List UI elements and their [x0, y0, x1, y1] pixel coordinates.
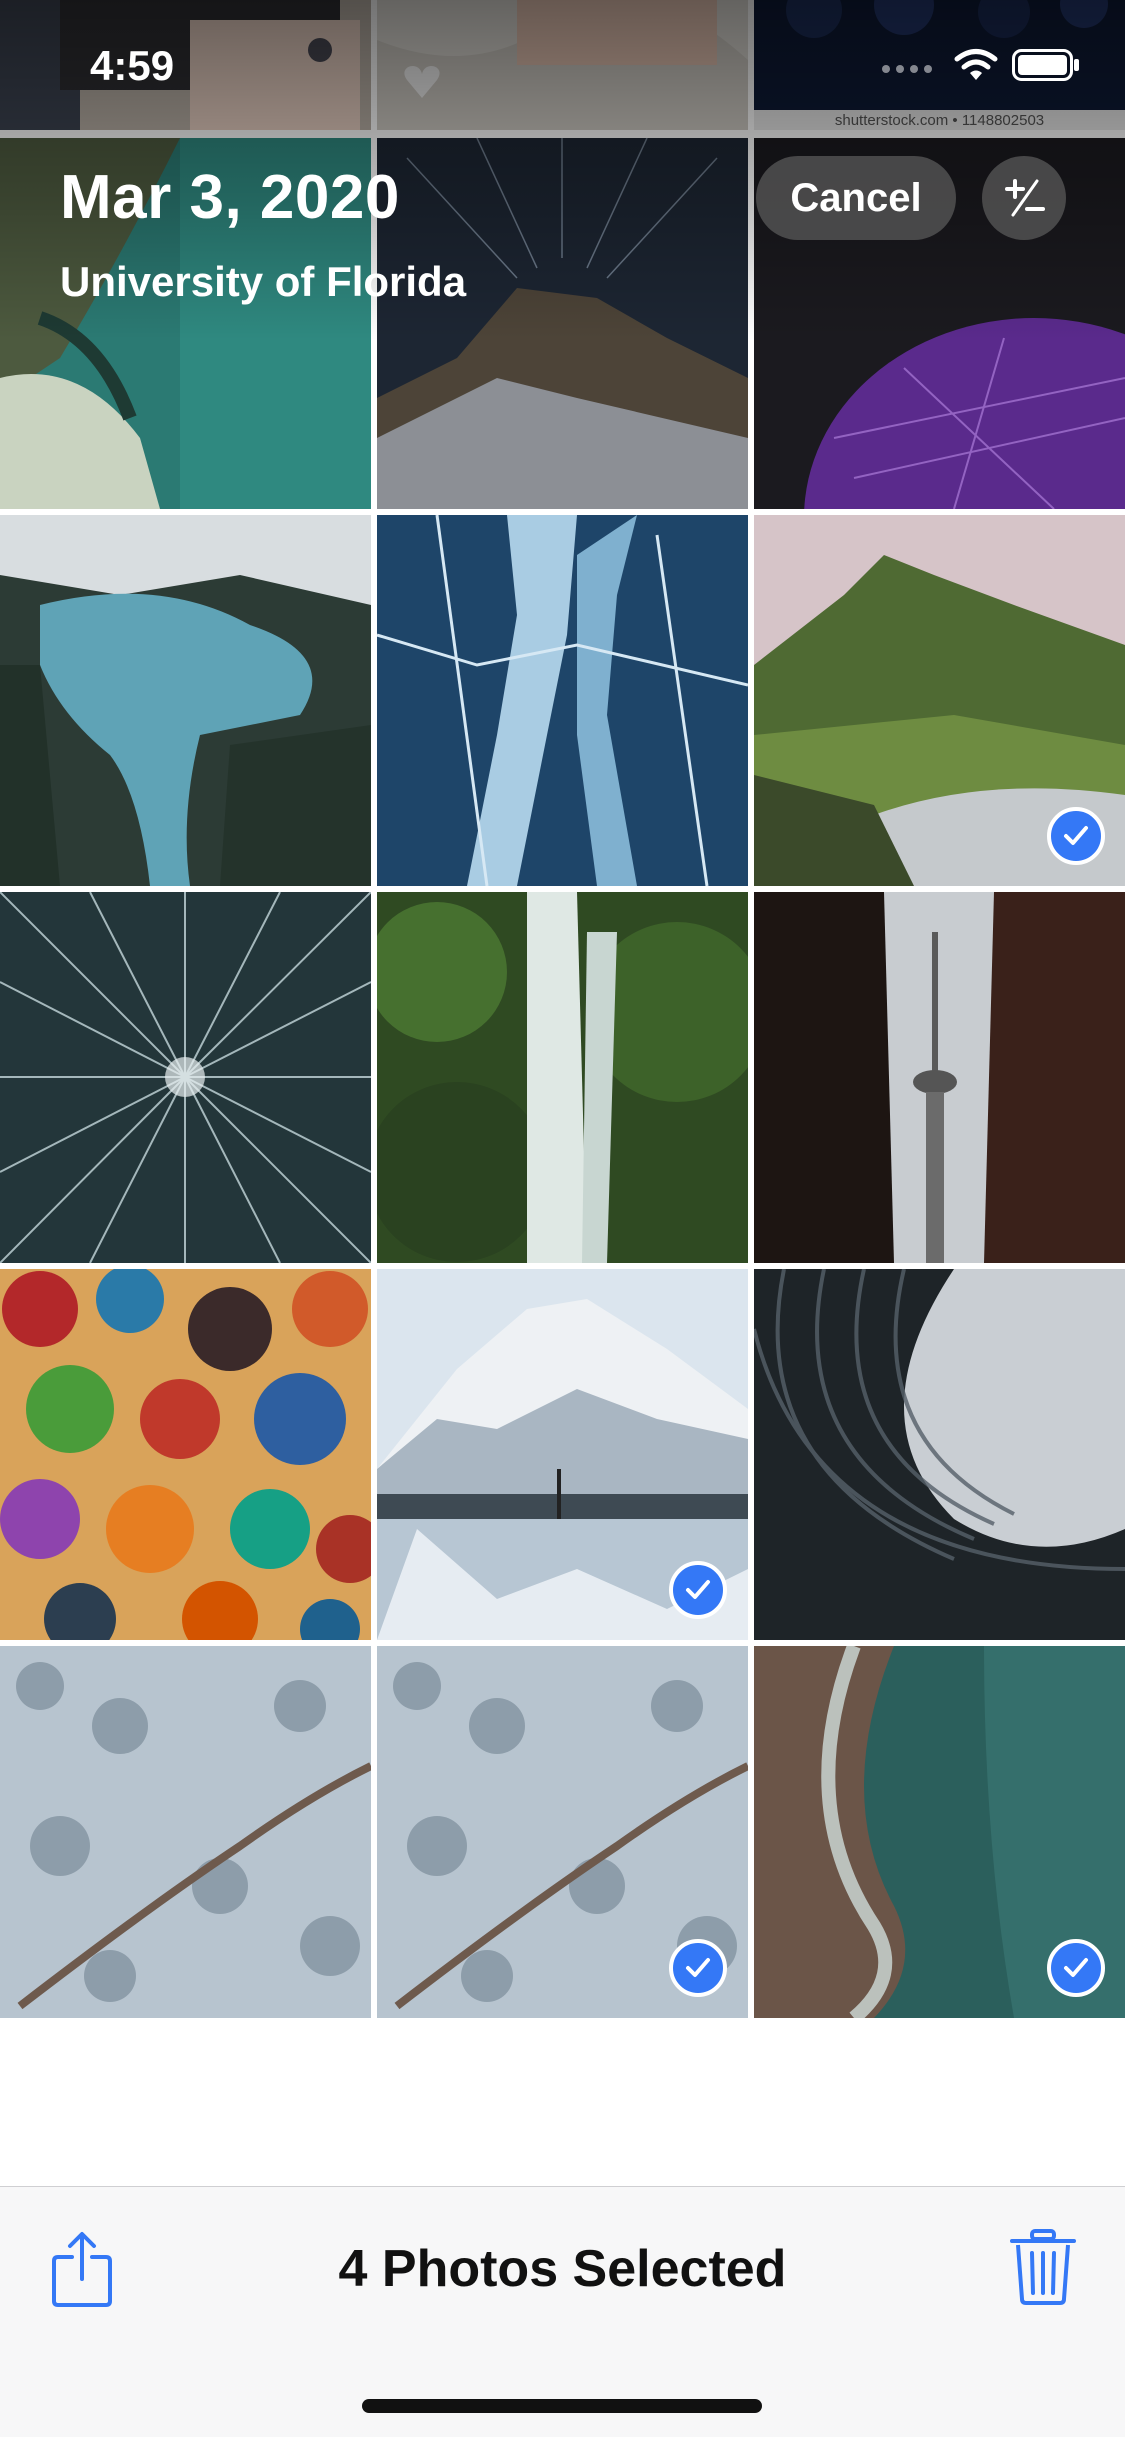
photo-thumbnail[interactable]	[377, 0, 748, 130]
selected-checkmark-icon	[669, 1561, 727, 1619]
trash-icon	[1010, 2229, 1076, 2305]
selection-count: 4 Photos Selected	[338, 2240, 787, 2298]
signal-icon	[880, 55, 940, 80]
photo-thumbnail[interactable]	[754, 1269, 1125, 1640]
selected-checkmark-icon	[1047, 1939, 1105, 1997]
bottom-toolbar: 4 Photos Selected	[0, 2186, 1125, 2437]
home-indicator	[362, 2399, 762, 2413]
wifi-icon	[954, 48, 998, 87]
plus-minus-icon	[1005, 179, 1045, 217]
photo-thumbnail[interactable]	[377, 515, 748, 886]
location-subtitle[interactable]: University of Florida	[60, 258, 466, 306]
photo-thumbnail[interactable]	[377, 892, 748, 1263]
delete-button[interactable]	[1008, 2227, 1078, 2307]
status-indicators	[880, 48, 1080, 87]
photo-thumbnail[interactable]	[0, 515, 371, 886]
photo-thumbnail[interactable]	[0, 1269, 371, 1640]
photo-thumbnail[interactable]	[0, 1646, 371, 2018]
image-credit: shutterstock.com • 1148802503	[754, 110, 1125, 130]
selected-checkmark-icon	[669, 1939, 727, 1997]
photo-thumbnail[interactable]	[377, 138, 748, 509]
photo-thumbnail[interactable]	[754, 515, 1125, 886]
photo-thumbnail[interactable]	[754, 892, 1125, 1263]
zoom-toggle-button[interactable]	[982, 156, 1066, 240]
photo-thumbnail[interactable]	[377, 1269, 748, 1640]
photo-thumbnail[interactable]	[754, 1646, 1125, 2018]
selected-checkmark-icon	[1047, 807, 1105, 865]
battery-icon	[1012, 49, 1080, 86]
photo-thumbnail[interactable]	[0, 0, 371, 130]
photo-thumbnail[interactable]	[0, 892, 371, 1263]
page-title: Mar 3, 2020	[60, 163, 400, 232]
photo-thumbnail[interactable]	[377, 1646, 748, 2018]
status-time: 4:59	[90, 42, 175, 89]
cancel-button[interactable]: Cancel	[756, 156, 956, 240]
